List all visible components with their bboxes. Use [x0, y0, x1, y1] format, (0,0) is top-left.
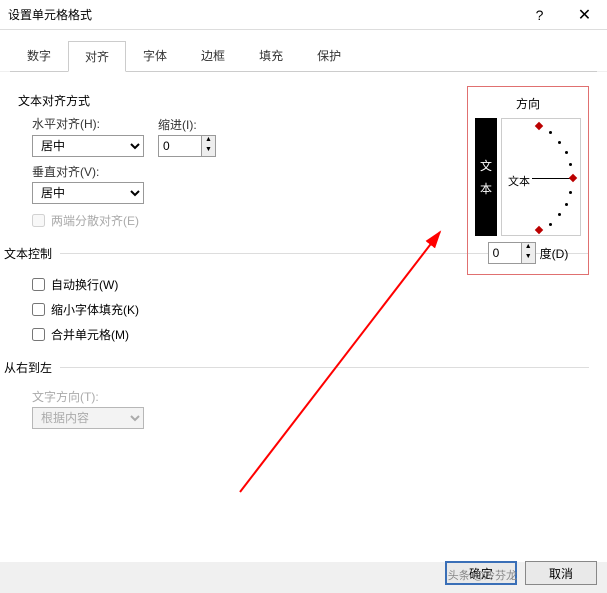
arc-text-label: 文本 [508, 173, 530, 189]
section-text-control: 文本控制 [4, 245, 52, 262]
tab-number[interactable]: 数字 [10, 40, 68, 71]
shrink-fit-row[interactable]: 缩小字体填充(K) [32, 301, 589, 318]
shrink-fit-label: 缩小字体填充(K) [51, 301, 139, 318]
merge-cells-checkbox[interactable] [32, 328, 45, 341]
dialog-body: 文本对齐方式 水平对齐(H): 居中 缩进(I): ▲ ▼ 垂直对齐(V): 居… [0, 72, 607, 562]
merge-cells-row[interactable]: 合并单元格(M) [32, 326, 589, 343]
label-indent: 缩进(I): [158, 116, 216, 133]
tab-alignment[interactable]: 对齐 [68, 41, 126, 72]
justify-distributed-checkbox [32, 214, 45, 227]
indent-down-icon[interactable]: ▼ [201, 146, 215, 156]
shrink-fit-checkbox[interactable] [32, 303, 45, 316]
wrap-text-label: 自动换行(W) [51, 276, 118, 293]
cancel-button[interactable]: 取消 [525, 561, 597, 585]
label-text-direction: 文字方向(T): [32, 388, 589, 405]
degrees-label: 度(D) [540, 245, 569, 262]
orientation-arc[interactable]: 文本 [501, 118, 581, 236]
tab-border[interactable]: 边框 [184, 40, 242, 71]
merge-cells-label: 合并单元格(M) [51, 326, 129, 343]
watermark-text: 头条 @冷芬龙 [448, 567, 517, 583]
justify-distributed-label: 两端分散对齐(E) [51, 212, 139, 229]
degrees-down-icon[interactable]: ▼ [521, 253, 535, 263]
horizontal-align-select[interactable]: 居中 [32, 135, 144, 157]
close-button[interactable]: ✕ [562, 0, 607, 30]
indent-spinner[interactable]: ▲ ▼ [158, 135, 216, 157]
arc-indicator-line [532, 178, 570, 179]
tab-fill[interactable]: 填充 [242, 40, 300, 71]
arc-diamond-bottom [535, 226, 543, 234]
section-rtl: 从右到左 [4, 359, 52, 376]
help-button[interactable]: ? [517, 0, 562, 30]
degrees-spinner[interactable]: ▲ ▼ [488, 242, 536, 264]
wrap-text-checkbox[interactable] [32, 278, 45, 291]
tab-protection[interactable]: 保护 [300, 40, 358, 71]
wrap-text-row[interactable]: 自动换行(W) [32, 276, 589, 293]
vertical-text-button[interactable]: 文 本 [475, 118, 497, 236]
indent-input[interactable] [159, 136, 201, 156]
title-bar: 设置单元格格式 ? ✕ [0, 0, 607, 30]
orientation-label: 方向 [472, 95, 584, 112]
indent-up-icon[interactable]: ▲ [201, 136, 215, 146]
tab-strip: 数字 对齐 字体 边框 填充 保护 [0, 30, 607, 71]
degrees-up-icon[interactable]: ▲ [521, 243, 535, 253]
arc-diamond-top [535, 122, 543, 130]
arc-diamond-right [569, 174, 577, 182]
tab-font[interactable]: 字体 [126, 40, 184, 71]
degrees-input[interactable] [489, 243, 521, 263]
text-direction-select: 根据内容 [32, 407, 144, 429]
vertical-align-select[interactable]: 居中 [32, 182, 144, 204]
window-title: 设置单元格格式 [8, 6, 517, 23]
orientation-panel: 方向 文 本 文本 [467, 86, 589, 275]
